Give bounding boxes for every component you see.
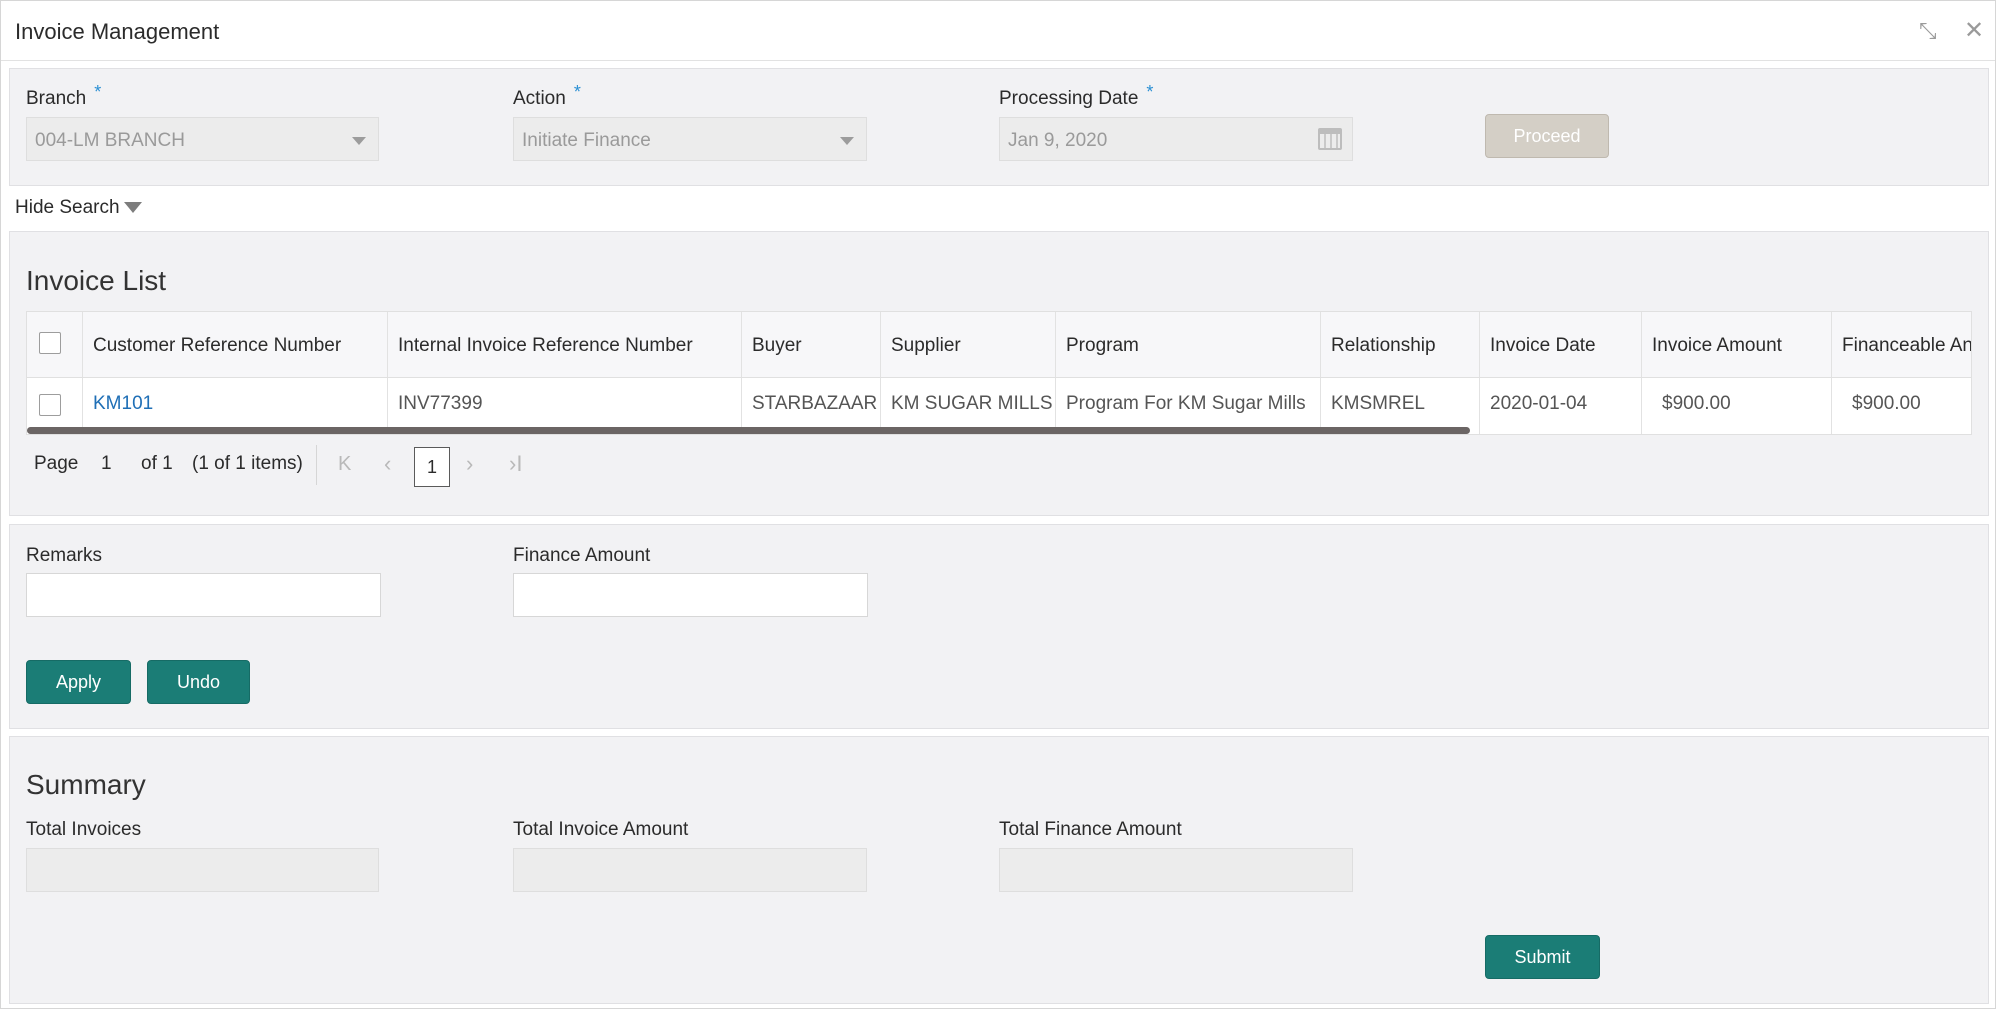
items-count: (1 of 1 items) xyxy=(192,453,303,474)
column-header-supplier[interactable]: Supplier xyxy=(881,312,1056,377)
window-title: Invoice Management xyxy=(15,19,220,44)
column-header-relationship[interactable]: Relationship xyxy=(1321,312,1480,377)
summary-title: Summary xyxy=(26,769,146,800)
total-invoice-amount-field xyxy=(513,848,867,892)
processing-date-label: Processing Date * xyxy=(999,82,1154,109)
undo-button[interactable]: Undo xyxy=(147,660,250,704)
invoice-grid: Customer Reference Number Internal Invoi… xyxy=(26,311,1972,435)
processing-date-value: Jan 9, 2020 xyxy=(1008,130,1108,151)
total-invoices-field xyxy=(26,848,379,892)
column-header-program[interactable]: Program xyxy=(1056,312,1321,377)
customer-ref-link[interactable]: KM101 xyxy=(83,378,388,434)
processing-date-input[interactable]: Jan 9, 2020 xyxy=(999,117,1353,161)
column-header-invoice-amount[interactable]: Invoice Amount xyxy=(1642,312,1832,377)
branch-label: Branch * xyxy=(26,82,102,109)
hide-search-label: Hide Search xyxy=(15,197,120,218)
hide-search-toggle[interactable]: Hide Search xyxy=(15,197,142,219)
branch-select[interactable]: 004-LM BRANCH xyxy=(26,117,379,161)
submit-button[interactable]: Submit xyxy=(1485,935,1600,979)
required-marker: * xyxy=(94,82,102,102)
last-page-icon[interactable]: ›I xyxy=(509,451,522,477)
invoice-management-window: Invoice Management ⤡ ✕ Branch * 004-LM BR… xyxy=(0,0,1996,1009)
current-page-input[interactable]: 1 xyxy=(101,453,112,475)
column-header-financeable-amount[interactable]: Financeable An xyxy=(1832,312,1971,377)
supplier-cell: KM SUGAR MILLS xyxy=(881,378,1056,434)
table-row[interactable]: KM101 INV77399 STARBAZAAR KM SUGAR MILLS… xyxy=(27,378,1971,434)
close-icon[interactable]: ✕ xyxy=(1964,19,1984,43)
page-count: of 1 xyxy=(141,453,173,474)
title-bar: Invoice Management ⤡ ✕ xyxy=(1,1,1995,61)
remarks-panel xyxy=(9,524,1989,729)
minimize-icon[interactable]: ⤡ xyxy=(1919,19,1937,43)
financeable-amount-cell: $900.00 xyxy=(1852,393,1921,414)
chevron-down-icon xyxy=(352,137,366,145)
calendar-icon[interactable] xyxy=(1318,128,1342,150)
column-header-internal-ref[interactable]: Internal Invoice Reference Number xyxy=(388,312,742,377)
caret-down-icon xyxy=(123,202,142,214)
remarks-input[interactable] xyxy=(26,573,381,617)
pager-divider xyxy=(316,445,317,485)
header-select-cell xyxy=(27,312,83,377)
required-marker: * xyxy=(1146,82,1154,102)
apply-button[interactable]: Apply xyxy=(26,660,131,704)
row-checkbox[interactable] xyxy=(39,394,61,416)
relationship-cell: KMSMREL xyxy=(1321,378,1480,434)
remarks-label: Remarks xyxy=(26,545,103,566)
proceed-button[interactable]: Proceed xyxy=(1485,114,1609,158)
total-finance-amount-label: Total Finance Amount xyxy=(999,819,1182,840)
invoice-date-cell: 2020-01-04 xyxy=(1480,378,1642,434)
buyer-cell: STARBAZAAR xyxy=(742,378,881,434)
total-finance-amount-field xyxy=(999,848,1353,892)
column-header-buyer[interactable]: Buyer xyxy=(742,312,881,377)
total-invoices-label: Total Invoices xyxy=(26,819,142,840)
action-value: Initiate Finance xyxy=(522,130,651,151)
total-invoice-amount-label: Total Invoice Amount xyxy=(513,819,689,840)
grid-header: Customer Reference Number Internal Invoi… xyxy=(27,312,1971,378)
invoice-amount-cell: $900.00 xyxy=(1642,378,1832,434)
page-number-button[interactable]: 1 xyxy=(414,447,450,487)
first-page-icon[interactable]: K xyxy=(338,453,351,476)
chevron-down-icon xyxy=(840,137,854,145)
branch-value: 004-LM BRANCH xyxy=(35,130,185,151)
required-marker: * xyxy=(573,82,581,102)
select-all-checkbox[interactable] xyxy=(39,332,61,354)
previous-page-icon[interactable]: ‹ xyxy=(384,451,391,477)
column-header-invoice-date[interactable]: Invoice Date xyxy=(1480,312,1642,377)
next-page-icon[interactable]: › xyxy=(466,451,473,477)
page-label: Page xyxy=(34,453,79,474)
program-cell: Program For KM Sugar Mills xyxy=(1056,378,1321,434)
internal-ref-cell: INV77399 xyxy=(388,378,742,434)
action-select[interactable]: Initiate Finance xyxy=(513,117,867,161)
invoice-list-title: Invoice List xyxy=(26,265,167,296)
column-header-customer-ref[interactable]: Customer Reference Number xyxy=(83,312,388,377)
action-label: Action * xyxy=(513,82,581,109)
horizontal-scrollbar[interactable] xyxy=(27,427,1470,434)
finance-amount-input[interactable] xyxy=(513,573,868,617)
finance-amount-label: Finance Amount xyxy=(513,545,651,566)
row-select-cell xyxy=(27,378,83,434)
